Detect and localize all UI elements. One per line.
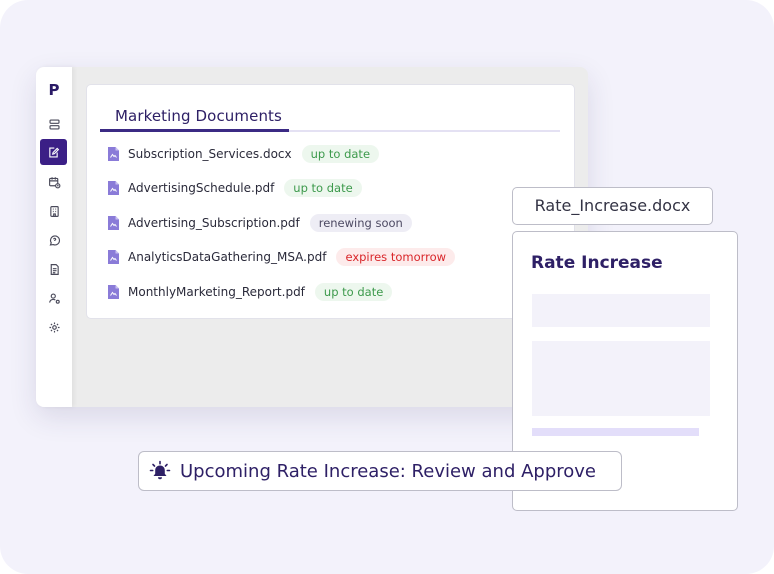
file-row[interactable]: Subscription_Services.docx up to date (107, 143, 380, 165)
file-row[interactable]: MonthlyMarketing_Report.pdf up to date (107, 281, 393, 303)
sidebar-item-document[interactable] (42, 257, 66, 281)
sidebar-item-calendar[interactable] (42, 170, 66, 194)
sidebar-item-chat[interactable] (42, 228, 66, 252)
document-icon (50, 263, 59, 275)
documents-title[interactable]: Marketing Documents (115, 107, 282, 125)
preview-placeholder-block (532, 341, 710, 416)
sidebar-item-storage[interactable] (42, 112, 66, 136)
file-name[interactable]: AdvertisingSchedule.pdf (128, 181, 274, 195)
status-badge: up to date (301, 145, 380, 163)
pdf-file-icon (108, 147, 119, 161)
file-row[interactable]: Advertising_Subscription.pdf renewing so… (107, 212, 412, 234)
file-row[interactable]: AdvertisingSchedule.pdf up to date (107, 177, 362, 199)
background-canvas: P Marketing Documents Subscription_Servi… (0, 0, 774, 574)
app-window: P Marketing Documents Subscription_Servi… (36, 67, 588, 407)
chat-bubble-icon (49, 234, 60, 246)
pdf-file-icon (108, 285, 119, 299)
bell-alert-icon (149, 460, 171, 480)
building-icon (49, 205, 59, 217)
sidebar-item-user-settings[interactable] (42, 286, 66, 310)
gear-icon (48, 321, 60, 333)
preview-placeholder-block (532, 294, 710, 327)
pdf-file-icon (108, 216, 119, 230)
edit-document-icon (49, 146, 60, 158)
alert-text: Upcoming Rate Increase: Review and Appro… (180, 460, 596, 482)
file-name-chip[interactable]: Rate_Increase.docx (512, 187, 713, 225)
status-badge: up to date (314, 283, 393, 301)
preview-title: Rate Increase (531, 253, 663, 273)
sidebar-item-edit-documents[interactable] (40, 139, 67, 165)
pdf-file-icon (108, 250, 119, 264)
status-badge: renewing soon (309, 214, 412, 232)
tab-underline-active (100, 129, 289, 132)
app-logo[interactable]: P (47, 81, 61, 99)
database-icon (48, 118, 60, 130)
preview-placeholder-line (532, 428, 699, 436)
status-badge: expires tomorrow (336, 248, 456, 266)
file-name[interactable]: AnalyticsDataGathering_MSA.pdf (128, 250, 326, 264)
file-name[interactable]: Advertising_Subscription.pdf (128, 216, 300, 230)
file-name[interactable]: Subscription_Services.docx (128, 147, 292, 161)
documents-panel: Marketing Documents Subscription_Service… (86, 84, 575, 319)
user-gear-icon (48, 292, 60, 304)
file-row[interactable]: AnalyticsDataGathering_MSA.pdf expires t… (107, 246, 456, 268)
pdf-file-icon (108, 181, 119, 195)
status-badge: up to date (284, 179, 362, 197)
file-name[interactable]: MonthlyMarketing_Report.pdf (128, 285, 305, 299)
calendar-clock-icon (48, 176, 60, 188)
rate-increase-alert[interactable]: Upcoming Rate Increase: Review and Appro… (138, 451, 622, 491)
sidebar-item-building[interactable] (42, 199, 66, 223)
sidebar: P (36, 67, 72, 407)
sidebar-item-settings[interactable] (42, 315, 66, 339)
